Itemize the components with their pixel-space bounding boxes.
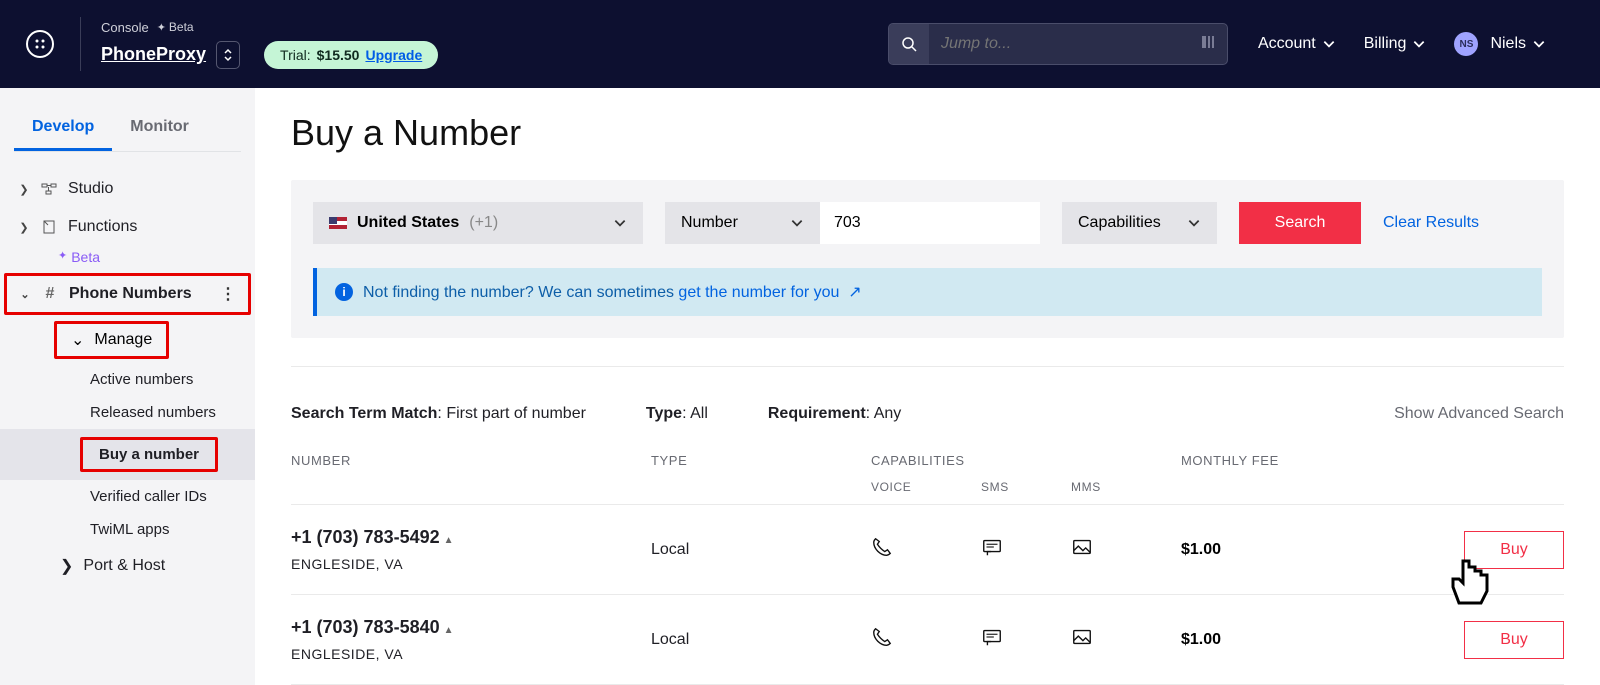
search-panel: United States (+1) Number Capabilities <box>291 180 1564 338</box>
project-name[interactable]: PhoneProxy <box>101 44 206 65</box>
sidebar-item-buy-number: Buy a number <box>80 437 218 472</box>
phone-number: +1 (703) 783-5492 <box>291 527 440 547</box>
match-by-dropdown[interactable]: Number <box>665 202 820 244</box>
project-switcher[interactable] <box>216 41 240 69</box>
phone-number: +1 (703) 783-5840 <box>291 617 440 637</box>
sidebar: Develop Monitor ❯ Studio ❯ Functions ✦Be… <box>0 88 255 685</box>
sidebar-item-port-host[interactable]: ❯ Port & Host <box>0 546 255 586</box>
table-header: NUMBER TYPE CAPABILITIES MONTHLY FEE <box>291 443 1564 480</box>
more-icon[interactable]: ⋮ <box>220 284 236 304</box>
header-divider <box>80 17 81 71</box>
upgrade-link[interactable]: Upgrade <box>365 47 422 63</box>
global-search[interactable] <box>888 23 1228 65</box>
clear-results-link[interactable]: Clear Results <box>1383 214 1479 232</box>
search-input[interactable] <box>929 35 1201 53</box>
chevron-down-icon <box>1412 37 1426 51</box>
sidebar-item-label: Port & Host <box>83 557 165 575</box>
sidebar-item-label: Studio <box>68 180 113 198</box>
brand-logo[interactable] <box>26 30 54 58</box>
trial-badge: Trial: $15.50 Upgrade <box>264 41 438 69</box>
sidebar-item-buy-number-wrap[interactable]: Buy a number <box>0 429 255 480</box>
phone-location: ENGLESIDE, VA <box>291 646 651 662</box>
chevron-down-icon <box>790 216 804 230</box>
chevron-down-icon: ⌄ <box>71 330 84 350</box>
chevron-down-icon: ⌄ <box>19 288 31 301</box>
info-icon: i <box>335 283 353 301</box>
number-row: +1 (703) 783-5492 ▲ ENGLESIDE, VA Local $… <box>291 505 1564 595</box>
sidebar-item-label: Manage <box>94 331 152 349</box>
chevron-down-icon <box>613 216 627 230</box>
functions-icon <box>40 219 58 235</box>
sidebar-item-studio[interactable]: ❯ Studio <box>0 170 255 208</box>
buy-button[interactable]: Buy <box>1464 621 1564 659</box>
triangle-icon: ▲ <box>444 535 454 546</box>
number-type: Local <box>651 541 871 559</box>
page-title: Buy a Number <box>291 112 1564 154</box>
top-header: Console ✦Beta PhoneProxy Trial: $15.50 U… <box>0 0 1600 88</box>
sms-icon <box>981 626 1071 653</box>
studio-icon <box>40 181 58 197</box>
number-row: +1 (703) 783-5840 ▲ ENGLESIDE, VA Local $… <box>291 595 1564 685</box>
mms-icon <box>1071 626 1181 653</box>
main-content: Buy a Number United States (+1) Number <box>255 88 1600 685</box>
info-banner: i Not finding the number? We can sometim… <box>313 268 1542 316</box>
sms-icon <box>981 536 1071 563</box>
monthly-fee: $1.00 <box>1181 541 1381 559</box>
us-flag-icon <box>329 217 347 229</box>
number-type: Local <box>651 631 871 649</box>
beta-badge-icon: ✦Beta <box>157 20 194 34</box>
get-number-link[interactable]: get the number for you ↗ <box>678 284 861 301</box>
monthly-fee: $1.00 <box>1181 631 1381 649</box>
sidebar-item-label: Phone Numbers <box>69 285 192 303</box>
sidebar-item-label: Functions <box>68 218 137 236</box>
mms-icon <box>1071 536 1181 563</box>
buy-button[interactable]: Buy <box>1464 531 1564 569</box>
hash-icon: # <box>41 285 59 303</box>
filters-summary: Search Term Match: First part of number … <box>291 366 1564 443</box>
sidebar-item-verified-caller-ids[interactable]: Verified caller IDs <box>0 480 255 513</box>
search-icon <box>889 24 929 64</box>
chevron-right-icon: ❯ <box>18 183 30 196</box>
avatar: NS <box>1454 32 1478 56</box>
sidebar-item-manage[interactable]: ⌄ Manage <box>54 321 169 359</box>
account-menu[interactable]: Account <box>1258 35 1336 53</box>
phone-location: ENGLESIDE, VA <box>291 556 651 572</box>
billing-menu[interactable]: Billing <box>1364 35 1427 53</box>
chevron-down-icon <box>1322 37 1336 51</box>
chevron-right-icon: ❯ <box>60 556 73 576</box>
sidebar-item-twiml-apps[interactable]: TwiML apps <box>0 513 255 546</box>
table-subheader: VOICE SMS MMS <box>291 480 1564 505</box>
sidebar-item-released-numbers[interactable]: Released numbers <box>0 396 255 429</box>
keyboard-shortcut-icon <box>1201 35 1227 54</box>
sidebar-item-functions[interactable]: ❯ Functions <box>0 208 255 246</box>
chevron-down-icon <box>1187 216 1201 230</box>
tab-develop[interactable]: Develop <box>14 106 112 151</box>
sidebar-item-phone-numbers[interactable]: ⌄ # Phone Numbers ⋮ <box>4 273 251 315</box>
capabilities-dropdown[interactable]: Capabilities <box>1062 202 1217 244</box>
show-advanced-search[interactable]: Show Advanced Search <box>1394 405 1564 423</box>
sidebar-item-active-numbers[interactable]: Active numbers <box>0 363 255 396</box>
chevron-down-icon <box>1532 37 1546 51</box>
number-search-input[interactable] <box>820 202 1040 244</box>
console-label: Console <box>101 20 149 35</box>
voice-icon <box>871 536 981 563</box>
beta-badge: ✦Beta <box>58 249 100 271</box>
triangle-icon: ▲ <box>444 625 454 636</box>
tab-monitor[interactable]: Monitor <box>112 106 207 151</box>
chevron-right-icon: ❯ <box>18 221 30 234</box>
country-dropdown[interactable]: United States (+1) <box>313 202 643 244</box>
voice-icon <box>871 626 981 653</box>
user-menu[interactable]: NS Niels <box>1454 32 1546 56</box>
search-button[interactable]: Search <box>1239 202 1361 244</box>
